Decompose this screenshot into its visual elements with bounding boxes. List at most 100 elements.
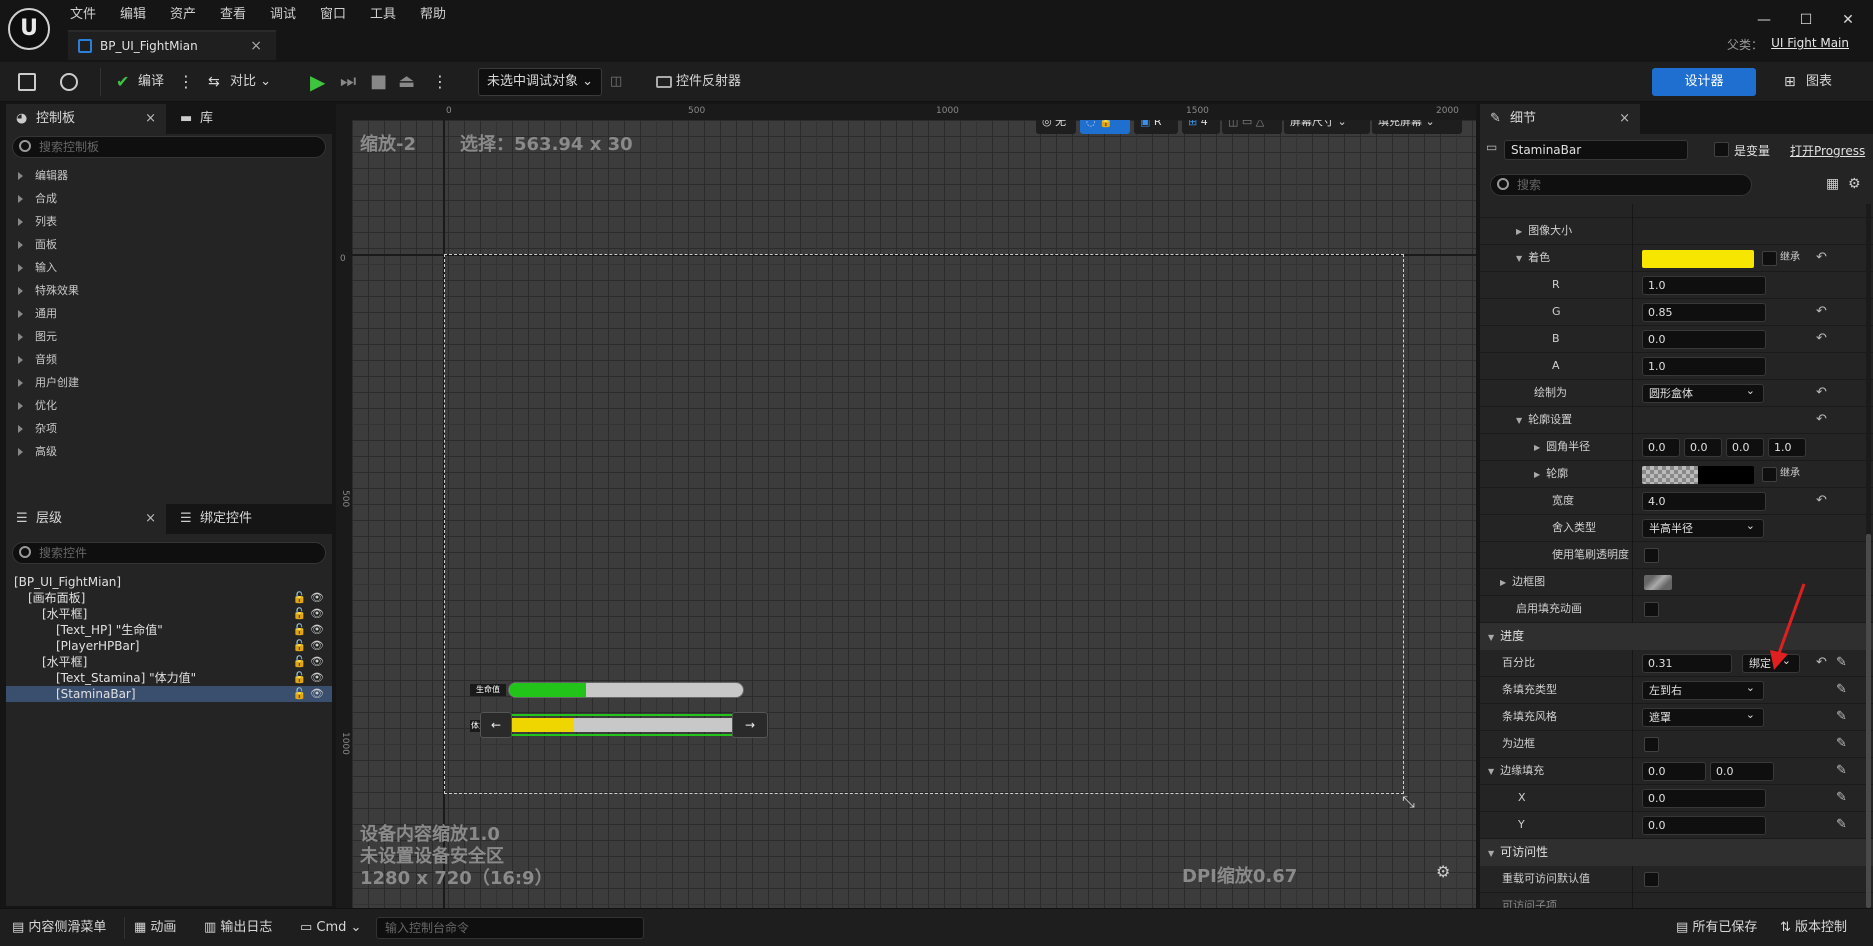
palette-category[interactable]: 杂项 (18, 419, 57, 439)
row-g[interactable]: G 0.85 ↶ (1480, 299, 1873, 326)
close-tab-icon[interactable]: × (250, 32, 262, 60)
hierarchy-item[interactable]: [Text_Stamina] "体力值" 🔓 👁 (6, 670, 332, 686)
rounding-type-dropdown[interactable]: 半高半径 (1642, 517, 1764, 538)
menu-asset[interactable]: 资产 (170, 5, 196, 25)
tab-palette[interactable]: ◕ 控制板 × (6, 104, 166, 134)
corner-radius-input[interactable]: 0.0 (1684, 438, 1722, 457)
keyframe-icon[interactable]: ✎ (1836, 731, 1847, 757)
tab-bind-widgets[interactable]: ☰ 绑定控件 (170, 504, 320, 534)
menu-view[interactable]: 查看 (220, 5, 246, 25)
close-details-icon[interactable]: × (1619, 104, 1630, 134)
palette-category[interactable]: 面板 (18, 235, 57, 255)
tint-color-swatch[interactable] (1642, 250, 1754, 268)
keyframe-icon[interactable]: ✎ (1836, 704, 1847, 730)
menu-window[interactable]: 窗口 (320, 5, 346, 25)
resize-handle-icon[interactable]: ⤡ (1402, 792, 1415, 812)
row-image-size[interactable]: 图像大小 (1480, 218, 1873, 245)
nudge-right-button[interactable]: → (732, 712, 768, 738)
widget-reflector-button[interactable]: 控件反射器 (656, 68, 741, 96)
console-command-input[interactable]: 输入控制台命令 (376, 917, 644, 939)
palette-category[interactable]: 用户创建 (18, 373, 79, 393)
bar-fill-style-dropdown[interactable]: 遮罩 (1642, 706, 1764, 727)
stop-icon[interactable]: ■ (370, 68, 387, 96)
lock-visibility-icon[interactable]: 🔓 👁 (292, 622, 324, 638)
accessibility-section-header[interactable]: 可访问性 (1480, 839, 1873, 866)
stamina-bar[interactable] (500, 718, 740, 732)
close-window-button[interactable]: ✕ (1828, 8, 1868, 32)
close-palette-icon[interactable]: × (145, 104, 156, 134)
row-accessible-children[interactable]: 可访问子项 (1480, 893, 1873, 908)
row-width[interactable]: 宽度 4.0 ↶ (1480, 488, 1873, 515)
cmd-dropdown[interactable]: ▭ Cmd ⌄ (300, 917, 361, 939)
corner-radius-input[interactable]: 0.0 (1726, 438, 1764, 457)
border-padding-y-input[interactable]: 0.0 (1710, 762, 1774, 781)
hp-label[interactable]: 生命值 (470, 684, 506, 696)
hierarchy-item[interactable]: [PlayerHPBar] 🔓 👁 (6, 638, 332, 654)
tint-inherit-checkbox[interactable] (1762, 251, 1777, 266)
reset-icon[interactable]: ↶ (1816, 245, 1827, 271)
bar-fill-type-dropdown[interactable]: 左到右 (1642, 679, 1764, 700)
hierarchy-item[interactable]: [StaminaBar] 🔓 👁 (6, 686, 332, 702)
hierarchy-item[interactable]: [画布面板] 🔓 👁 (6, 590, 332, 606)
menu-tools[interactable]: 工具 (370, 5, 396, 25)
maximize-button[interactable]: ☐ (1786, 8, 1826, 32)
widget-name-input[interactable]: StaminaBar (1504, 140, 1688, 160)
details-search-input[interactable]: 搜索 (1490, 174, 1752, 196)
play-options-icon[interactable]: ⋮ (432, 68, 448, 96)
reset-icon[interactable]: ↶ (1816, 407, 1827, 433)
animation-button[interactable]: ▦ 动画 (134, 917, 176, 939)
row-r[interactable]: R 1.0 (1480, 272, 1873, 299)
debug-find-icon[interactable]: ◫ (610, 68, 622, 96)
is-marquee-checkbox[interactable] (1644, 737, 1659, 752)
palette-category[interactable]: 高级 (18, 442, 57, 462)
row-border-padding[interactable]: 边缘填充 0.0 0.0 ✎ (1480, 758, 1873, 785)
details-scrollbar[interactable] (1866, 204, 1871, 908)
keyframe-icon[interactable]: ✎ (1836, 785, 1847, 811)
row-bar-fill-style[interactable]: 条填充风格 遮罩 ✎ (1480, 704, 1873, 731)
g-input[interactable]: 0.85 (1642, 303, 1766, 322)
palette-category[interactable]: 输入 (18, 258, 57, 278)
player-hp-bar[interactable] (508, 682, 744, 698)
compile-options-icon[interactable]: ⋮ (178, 68, 194, 96)
reset-icon[interactable]: ↶ (1816, 380, 1827, 406)
nudge-left-button[interactable]: ← (480, 712, 512, 738)
settings-gear-icon[interactable]: ⚙ (1848, 176, 1861, 192)
x-input[interactable]: 0.0 (1642, 789, 1766, 808)
palette-category[interactable]: 优化 (18, 396, 57, 416)
row-border-image[interactable]: 边框图 (1480, 569, 1873, 596)
row-b[interactable]: B 0.0 ↶ (1480, 326, 1873, 353)
width-input[interactable]: 4.0 (1642, 492, 1766, 511)
y-input[interactable]: 0.0 (1642, 816, 1766, 835)
hierarchy-search-input[interactable]: 搜索控件 (12, 542, 326, 564)
outline-inherit-checkbox[interactable] (1762, 467, 1777, 482)
menu-file[interactable]: 文件 (70, 5, 96, 25)
keyframe-icon[interactable]: ✎ (1836, 650, 1847, 676)
row-bar-fill-type[interactable]: 条填充类型 左到右 ✎ (1480, 677, 1873, 704)
reset-icon[interactable]: ↶ (1816, 488, 1827, 514)
menu-edit[interactable]: 编辑 (120, 5, 146, 25)
draw-as-dropdown[interactable]: 圆形盒体 (1642, 382, 1764, 403)
close-hierarchy-icon[interactable]: × (145, 504, 156, 534)
keyframe-icon[interactable]: ✎ (1836, 758, 1847, 784)
keyframe-icon[interactable]: ✎ (1836, 812, 1847, 838)
lock-visibility-icon[interactable]: 🔓 👁 (292, 686, 324, 702)
save-icon[interactable] (18, 68, 40, 96)
minimize-button[interactable]: — (1744, 8, 1784, 32)
step-icon[interactable]: ⏭ (340, 68, 356, 96)
dpi-settings-gear-icon[interactable]: ⚙ (1436, 862, 1450, 881)
palette-category[interactable]: 音频 (18, 350, 57, 370)
graph-mode-button[interactable]: ⊞ 图表 (1784, 68, 1854, 96)
compile-button[interactable]: ✔ 编译 (116, 68, 164, 96)
override-accessible-checkbox[interactable] (1644, 872, 1659, 887)
corner-radius-input[interactable]: 0.0 (1642, 438, 1680, 457)
row-a[interactable]: A 1.0 (1480, 353, 1873, 380)
row-percent[interactable]: 百分比 0.31 绑定 ↶ ✎ (1480, 650, 1873, 677)
is-variable-checkbox[interactable] (1714, 142, 1729, 157)
parent-class-link[interactable]: UI Fight Main (1771, 36, 1849, 50)
play-icon[interactable]: ▶ (310, 68, 325, 96)
border-padding-x-input[interactable]: 0.0 (1642, 762, 1706, 781)
menu-debug[interactable]: 调试 (270, 5, 296, 25)
keyframe-icon[interactable]: ✎ (1836, 677, 1847, 703)
tab-hierarchy[interactable]: ☰ 层级 × (6, 504, 166, 534)
row-rounding-type[interactable]: 舍入类型 半高半径 (1480, 515, 1873, 542)
